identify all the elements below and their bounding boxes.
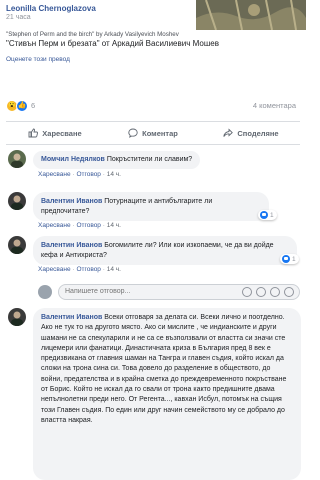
comment-meta: Харесване · Отговор · 14 ч. <box>38 171 121 178</box>
comment-meta: Харесване · Отговор · 14 ч. <box>38 222 121 229</box>
comment-author[interactable]: Момчил Недялков <box>41 156 105 163</box>
comment-bubble: Момчил Недялков Покръстители ли славим? <box>33 151 201 169</box>
comment-like-count: 1 <box>270 211 274 219</box>
post-author[interactable]: Leonilla Chernoglazova <box>6 4 96 13</box>
rate-translation-link[interactable]: Оценете този превод <box>6 56 70 63</box>
share-icon <box>223 128 234 137</box>
comment-bubble: Валентин Иванов Потурнаците и антибългар… <box>33 192 269 221</box>
gif-icon[interactable] <box>270 287 280 297</box>
post-action-bar: Харесване Коментар Споделяне <box>6 121 300 145</box>
comment-like-badge[interactable]: 1 <box>280 254 299 264</box>
post-image-thumbnail[interactable] <box>196 0 306 30</box>
avatar[interactable] <box>8 192 26 210</box>
sticker-icon[interactable] <box>284 287 294 297</box>
comment-button[interactable]: Коментар <box>104 122 202 144</box>
comment-reply-link[interactable]: Отговор <box>76 266 101 273</box>
comment-like-link[interactable]: Харесване <box>38 171 71 178</box>
comment-reply-link[interactable]: Отговор <box>76 171 101 178</box>
avatar[interactable] <box>8 150 26 168</box>
emoji-icon[interactable] <box>242 287 252 297</box>
share-button[interactable]: Споделяне <box>202 122 300 144</box>
comment-like-link[interactable]: Харесване <box>38 222 71 229</box>
comment-time[interactable]: 14 ч. <box>107 222 121 229</box>
comment-icon <box>128 128 138 138</box>
comment-time[interactable]: 14 ч. <box>107 266 121 273</box>
reaction-count[interactable]: 6 <box>31 101 35 110</box>
like-button[interactable]: Харесване <box>6 122 104 144</box>
post-text: "Stephen of Perm and the birch" by Arkad… <box>6 30 302 48</box>
comment-text: Всеки отговаря за делата си. Всеки лично… <box>41 314 287 424</box>
comment-like-count: 1 <box>292 255 296 263</box>
reply-tools <box>242 287 294 297</box>
comment-button-label: Коментар <box>142 128 178 138</box>
like-icon <box>260 211 268 219</box>
like-button-label: Харесване <box>42 128 82 138</box>
like-icon <box>282 255 290 263</box>
comment-time[interactable]: 14 ч. <box>107 171 121 178</box>
like-reaction-icon[interactable]: 👍 <box>16 100 28 112</box>
reactions-summary: 😮 👍 6 4 коментара <box>0 96 306 118</box>
comment-like-link[interactable]: Харесване <box>38 266 71 273</box>
comment-text: Покръстители ли славим? <box>106 156 193 163</box>
comment-author[interactable]: Валентин Иванов <box>41 198 102 205</box>
post-text-translation: "Стивън Перм и брезата" от Аркадий Васил… <box>6 39 219 48</box>
camera-icon[interactable] <box>256 287 266 297</box>
thumbs-up-icon <box>28 128 39 138</box>
comment-author[interactable]: Валентин Иванов <box>41 314 102 321</box>
share-button-label: Споделяне <box>237 128 279 138</box>
avatar[interactable] <box>8 236 26 254</box>
comment-like-badge[interactable]: 1 <box>258 210 277 220</box>
avatar[interactable] <box>8 308 26 326</box>
current-user-avatar <box>38 285 52 299</box>
comment-count[interactable]: 4 коментара <box>253 101 296 110</box>
comment-meta: Харесване · Отговор · 14 ч. <box>38 266 121 273</box>
post-text-original: "Stephen of Perm and the birch" by Arkad… <box>6 31 179 38</box>
post-time[interactable]: 21 часа <box>6 14 31 21</box>
reply-box <box>38 284 300 302</box>
comment-reply-link[interactable]: Отговор <box>76 222 101 229</box>
comment-bubble: Валентин Иванов Богомилите ли? Или кои и… <box>33 236 297 265</box>
post-header: Leonilla Chernoglazova 21 часа <box>0 0 306 58</box>
comment-bubble: Валентин Иванов Всеки отговаря за делата… <box>33 308 301 480</box>
comment-author[interactable]: Валентин Иванов <box>41 242 102 249</box>
